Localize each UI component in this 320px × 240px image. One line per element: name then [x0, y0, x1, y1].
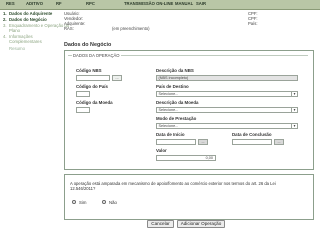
sim-label: Sim	[79, 199, 87, 205]
descricao-moeda-label: Descrição da Moeda	[156, 100, 199, 105]
pais-label: País:	[248, 21, 258, 26]
amparo-question: A operação está amparada em mecanismo de…	[70, 181, 276, 191]
chevron-down-icon: ▾	[291, 92, 297, 96]
valor-label: Valor	[156, 148, 167, 153]
codigo-pais-input[interactable]	[76, 91, 90, 97]
sidebar-item-negocio[interactable]: 2. Dados do Negócio	[3, 17, 47, 22]
sidebar-item-informacoes-cont: Complementares	[9, 39, 42, 44]
nao-label: Não	[109, 199, 117, 205]
calendar-inicio-button[interactable]: ...	[198, 139, 208, 145]
nav-res[interactable]: RES	[6, 1, 15, 6]
panel-legend: DADOS DA OPERAÇÃO	[72, 52, 121, 58]
valor-value: 0,00	[205, 156, 213, 161]
sidebar: 1. Dados do Adquirente 2. Dados do Negócio…	[0, 10, 69, 240]
add-operation-button[interactable]: Adicionar Operação	[177, 220, 225, 228]
codigo-moeda-input[interactable]	[76, 107, 90, 113]
pais-destino-label: País de Destino	[156, 84, 189, 89]
data-inicio-label: Data de Início	[156, 132, 185, 137]
modo-prestacao-label: Modo de Prestação	[156, 116, 197, 121]
nav-transmissao[interactable]: TRANSMISSÃO ON-LINE	[124, 1, 173, 6]
ras-value: (em preenchimento)	[112, 26, 150, 31]
codigo-moeda-label: Código da Moeda	[76, 100, 113, 105]
codigo-nbs-input[interactable]	[76, 75, 110, 81]
descricao-nbs-field: (NBS incompleto)	[156, 75, 298, 81]
calendar-conclusao-button[interactable]: ...	[274, 139, 284, 145]
sidebar-item-enquadramento-cont: Plano	[9, 28, 20, 33]
cancel-button[interactable]: Cancelar	[147, 220, 174, 228]
ras-label: RAS:	[64, 26, 74, 31]
descricao-moeda-select[interactable]: Selecione... ▾	[156, 107, 298, 113]
data-inicio-input[interactable]	[156, 139, 196, 145]
codigo-nbs-label: Código NBS	[76, 68, 102, 73]
sidebar-item-adquirente[interactable]: 1. Dados do Adquirente	[3, 11, 52, 16]
top-navigation: RES ADITIVO RF RPC TRANSMISSÃO ON-LINE M…	[0, 0, 320, 10]
descricao-nbs-value: (NBS incompleto)	[158, 76, 189, 81]
nav-rf[interactable]: RF	[56, 1, 62, 6]
data-conclusao-input[interactable]	[232, 139, 272, 145]
calendar-icon: ...	[201, 140, 205, 144]
modo-prestacao-select[interactable]: Selecione... ▾	[156, 123, 298, 129]
sim-radio[interactable]	[72, 200, 76, 204]
chevron-down-icon: ▾	[291, 108, 297, 112]
page-title: Dados do Negócio	[64, 42, 112, 48]
data-conclusao-label: Data de Conclusão	[232, 132, 272, 137]
codigo-pais-label: Código do País	[76, 84, 108, 89]
search-icon: ...	[115, 75, 119, 80]
nav-sair[interactable]: SAIR	[196, 1, 206, 6]
calendar-icon: ...	[277, 140, 281, 144]
search-nbs-button[interactable]: ...	[112, 75, 122, 81]
nav-manual[interactable]: MANUAL	[175, 1, 193, 6]
nao-radio[interactable]	[102, 200, 106, 204]
valor-input[interactable]: 0,00	[156, 155, 216, 161]
nav-rpc[interactable]: RPC	[86, 1, 95, 6]
nav-aditivo[interactable]: ADITIVO	[26, 1, 43, 6]
descricao-nbs-label: Descrição da NBS	[156, 68, 194, 73]
pais-destino-select[interactable]: Selecione... ▾	[156, 91, 298, 97]
sidebar-item-resumo[interactable]: Resumo	[3, 46, 25, 51]
chevron-down-icon: ▾	[291, 124, 297, 128]
